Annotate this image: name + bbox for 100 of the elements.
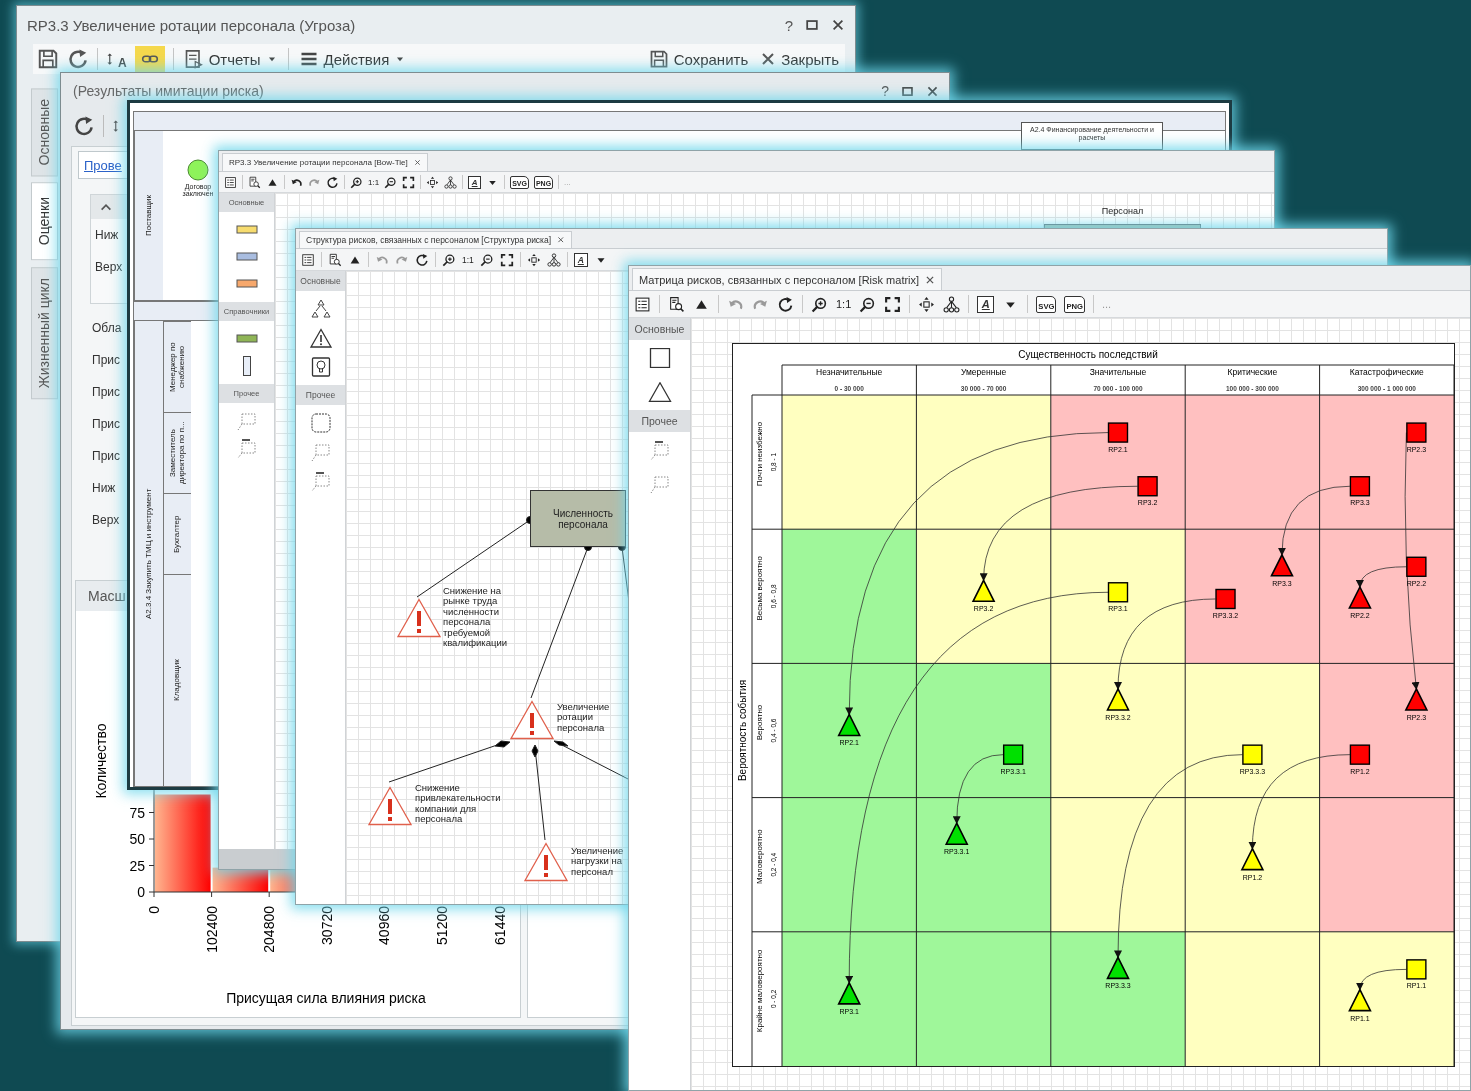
side-tab[interactable]: Основные <box>31 88 58 177</box>
document-tab[interactable]: Матрица рисков, связанных с персоналом [Risk matrix] <box>632 268 943 290</box>
link-tab[interactable]: Прове <box>78 151 128 179</box>
fit-icon[interactable] <box>884 295 902 313</box>
actions-button[interactable]: Действия <box>296 49 409 69</box>
help-button[interactable]: ? <box>881 83 889 99</box>
triangle-marker[interactable] <box>1404 687 1429 711</box>
column-header: Умеренные <box>960 367 1007 377</box>
triangle-marker[interactable] <box>1348 585 1372 609</box>
document-tab[interactable]: RP3.3 Увеличение ротации персонала [Bow-Tie] <box>222 153 428 171</box>
refresh-icon[interactable] <box>73 115 95 137</box>
tick-label: 25 <box>129 857 145 874</box>
zoom-in-icon[interactable] <box>442 252 456 267</box>
triangle-marker[interactable] <box>1106 687 1130 711</box>
close-icon[interactable] <box>557 236 565 244</box>
zoom-reset-button[interactable]: 1:1 <box>836 298 852 310</box>
hierarchy-icon[interactable] <box>308 299 333 319</box>
row-label: Весьма вероятно <box>755 556 764 621</box>
text-style-button[interactable]: A <box>573 252 588 267</box>
triangle-marker[interactable] <box>944 821 969 845</box>
square-marker[interactable] <box>1215 588 1236 610</box>
save-button[interactable]: Сохранить <box>646 49 751 69</box>
fit-icon[interactable] <box>499 252 514 267</box>
help-button[interactable]: ? <box>784 16 793 34</box>
grid-icon[interactable] <box>634 295 651 313</box>
square-marker[interactable] <box>1406 556 1427 577</box>
preview-icon[interactable] <box>668 295 685 313</box>
triangle-marker[interactable] <box>1106 955 1130 980</box>
move-icon[interactable] <box>526 252 541 267</box>
triangle-marker[interactable] <box>1348 987 1372 1012</box>
side-tab[interactable]: Жизненный цикл <box>31 266 58 399</box>
zoom-in-icon[interactable] <box>350 175 363 189</box>
move-icon[interactable] <box>918 295 936 313</box>
triangle-icon[interactable] <box>647 382 672 402</box>
close-icon[interactable] <box>926 84 939 98</box>
reports-button[interactable]: Отчеты <box>181 49 280 69</box>
text-style-button[interactable]: A <box>977 295 995 313</box>
square-marker[interactable] <box>1349 476 1371 497</box>
row-label: Крайне маловероятно <box>755 949 764 1033</box>
risk-label: Снижение на рынке труда численности персонала требуемой квалификации <box>443 586 509 649</box>
square-marker[interactable] <box>1107 422 1129 443</box>
zoom-in-icon[interactable] <box>811 295 828 313</box>
palette-header: Прочее <box>629 410 690 432</box>
tick-label: 0 <box>146 906 162 914</box>
text-style-button[interactable]: A <box>468 175 482 189</box>
link-toggle-button[interactable] <box>134 46 165 72</box>
maximize-icon[interactable] <box>901 84 914 98</box>
hierarchy-icon[interactable] <box>943 295 961 313</box>
close-icon[interactable] <box>925 274 936 285</box>
pool-label: Поставщик <box>134 131 163 300</box>
move-icon[interactable] <box>426 175 440 189</box>
zoom-out-icon[interactable] <box>384 175 398 189</box>
square-marker[interactable] <box>1406 959 1427 980</box>
hierarchy-icon[interactable] <box>444 175 458 189</box>
rounded-square-icon[interactable] <box>308 413 333 433</box>
warning-triangle-icon <box>397 598 441 638</box>
save-icon[interactable] <box>37 48 59 70</box>
preview-icon[interactable] <box>328 252 342 267</box>
tick-label: 61440 <box>491 906 508 945</box>
refresh-icon[interactable] <box>67 48 89 70</box>
side-tab[interactable]: Оценки <box>31 182 58 261</box>
triangle-marker[interactable] <box>1240 846 1265 871</box>
refresh-icon[interactable] <box>777 295 794 313</box>
field-label: Прис <box>92 385 120 399</box>
triangle-marker[interactable] <box>837 981 861 1005</box>
square-marker[interactable] <box>1349 744 1371 765</box>
square-marker[interactable] <box>1002 744 1024 765</box>
refresh-icon[interactable] <box>326 175 339 189</box>
lane-label: Менеджер по снабжению <box>163 321 191 412</box>
square-marker[interactable] <box>1137 476 1158 497</box>
row-label: Вероятно <box>755 704 764 741</box>
square-marker[interactable] <box>1406 422 1427 443</box>
triangle-marker[interactable] <box>837 712 861 737</box>
report-icon <box>183 49 204 69</box>
triangle-marker[interactable] <box>971 578 996 603</box>
grid-icon[interactable] <box>224 175 237 189</box>
hierarchy-icon[interactable] <box>546 252 561 267</box>
save-icon <box>648 49 669 69</box>
zoom-reset-button[interactable]: 1:1 <box>368 177 380 187</box>
zoom-reset-button[interactable]: 1:1 <box>462 254 474 265</box>
maximize-icon[interactable] <box>805 18 819 32</box>
document-tab[interactable]: Структура рисков, связанных с персоналом [Структура риска] <box>299 231 572 248</box>
lane-label: Бухгалтер <box>163 493 191 574</box>
zoom-out-icon[interactable] <box>859 295 877 313</box>
lane-label: Кладовщик <box>163 574 191 786</box>
preview-icon[interactable] <box>248 175 261 189</box>
close-button[interactable]: Закрыть <box>758 50 841 68</box>
grid-icon[interactable] <box>301 252 315 267</box>
zoom-out-icon[interactable] <box>479 252 494 267</box>
close-icon[interactable] <box>413 159 421 166</box>
triangle-marker[interactable] <box>1270 553 1294 577</box>
fit-icon[interactable] <box>402 175 416 189</box>
square-marker[interactable] <box>1242 744 1263 765</box>
warning-icon[interactable] <box>308 328 333 348</box>
square-marker[interactable] <box>1107 582 1129 603</box>
refresh-icon[interactable] <box>415 252 429 267</box>
close-icon[interactable] <box>831 18 845 32</box>
sort-button[interactable]: A <box>106 48 127 70</box>
field-label: Прис <box>92 417 120 431</box>
column-header: Незначительные <box>816 367 883 377</box>
